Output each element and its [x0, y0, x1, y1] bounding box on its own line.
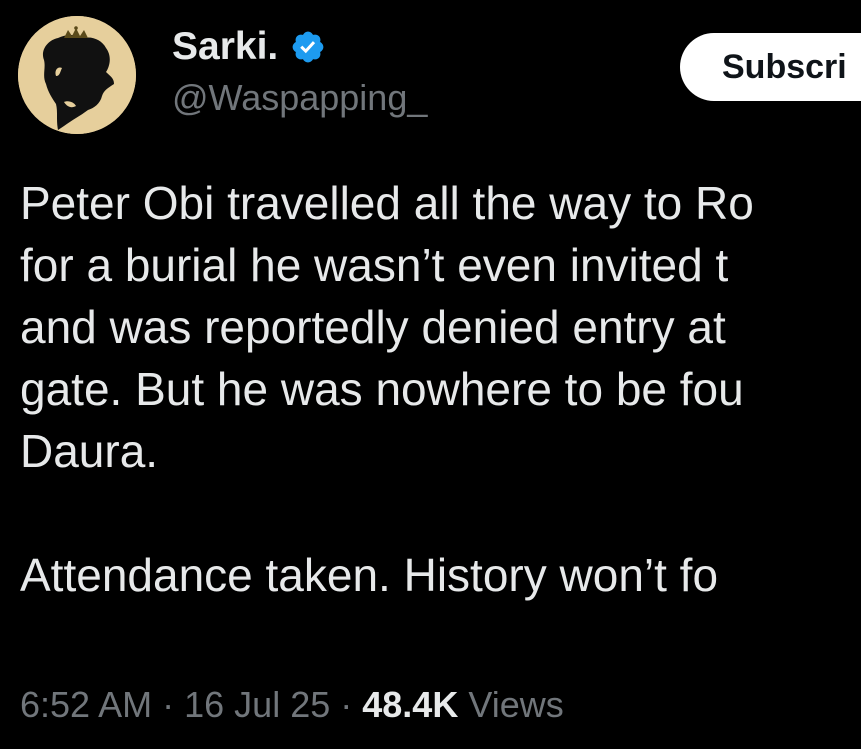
tweet-text-line: Daura.	[20, 425, 159, 477]
views-label: Views	[468, 684, 564, 725]
tweet-text-line: Attendance taken. History won’t fo	[20, 549, 719, 601]
user-handle[interactable]: @Waspapping_	[172, 76, 427, 120]
views-count: 48.4K	[362, 684, 459, 725]
meta-separator: ·	[340, 684, 353, 725]
display-name-row: Sarki.	[172, 24, 326, 70]
tweet-date[interactable]: 16 Jul 25	[184, 684, 330, 725]
tweet-text: Peter Obi travelled all the way to Ro fo…	[20, 172, 861, 606]
tweet-text-line: gate. But he was nowhere to be fou	[20, 363, 744, 415]
tweet-card: Sarki. @Waspapping_ Subscri Peter Obi tr…	[0, 0, 861, 749]
verified-badge-icon	[292, 31, 324, 63]
meta-separator: ·	[162, 684, 175, 725]
tweet-text-line: Peter Obi travelled all the way to Ro	[20, 177, 754, 229]
tweet-meta: 6:52 AM · 16 Jul 25 · 48.4K Views	[20, 680, 564, 730]
tweet-text-line: for a burial he wasn’t even invited t	[20, 239, 729, 291]
tweet-text-line: and was reportedly denied entry at	[20, 301, 726, 353]
subscribe-button[interactable]: Subscri	[680, 33, 861, 101]
display-name[interactable]: Sarki.	[172, 24, 278, 70]
tweet-time[interactable]: 6:52 AM	[20, 684, 152, 725]
avatar[interactable]	[18, 16, 136, 134]
silhouette-with-crown-avatar-icon	[18, 16, 136, 134]
